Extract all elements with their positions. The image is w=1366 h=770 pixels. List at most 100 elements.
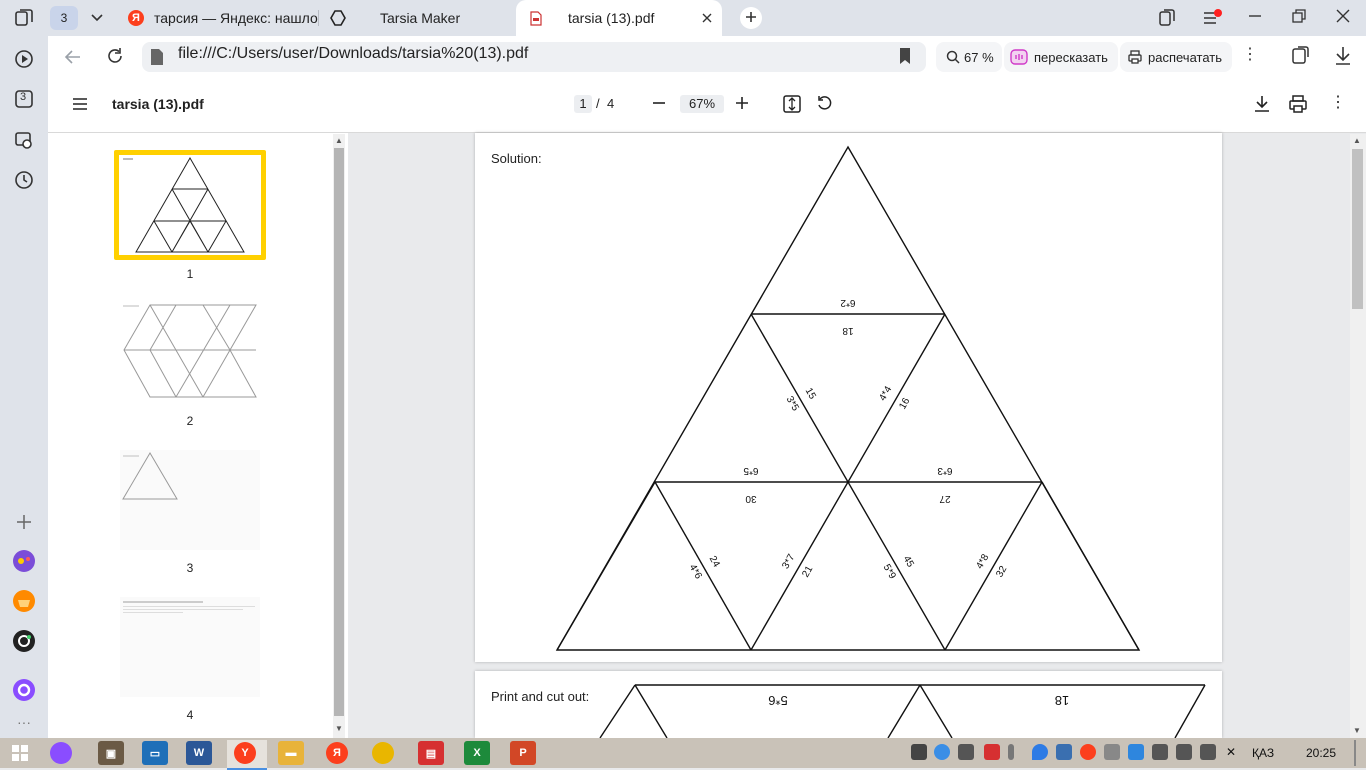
games-icon[interactable] — [12, 549, 36, 573]
viewer-scroll-down-icon[interactable]: ▼ — [1353, 726, 1361, 735]
edge-label: 21 — [800, 564, 815, 580]
thumbnails-menu-icon[interactable] — [72, 97, 88, 114]
excel-taskbar-icon[interactable]: X — [464, 741, 490, 765]
language-indicator[interactable]: ҚАЗ — [1252, 746, 1274, 760]
tab-yandex-search[interactable]: Я тарсия — Яндекс: нашлос — [118, 0, 318, 36]
menu-notification-icon[interactable] — [1202, 9, 1224, 30]
yandex-browser-taskbar-icon[interactable]: Y — [234, 742, 256, 764]
thumbnail-page-4[interactable] — [120, 597, 260, 697]
thumbnails-scroll-thumb[interactable] — [334, 148, 344, 716]
viewer-scroll-up-icon[interactable]: ▲ — [1353, 136, 1361, 145]
app-tray-icon[interactable] — [984, 744, 1000, 760]
show-desktop-button[interactable] — [1354, 740, 1356, 766]
thumbnail-page-1[interactable] — [119, 155, 261, 255]
rotate-icon[interactable] — [816, 95, 834, 116]
display-tray-icon[interactable] — [1056, 744, 1072, 760]
tabs-panel-icon[interactable] — [12, 6, 36, 30]
media-taskbar-icon[interactable]: ▣ — [98, 741, 124, 765]
app-taskbar-icon[interactable]: ▤ — [418, 741, 444, 765]
thumbnail-1-triangles — [123, 156, 245, 253]
thumbnail-2-hexagon — [123, 304, 257, 398]
beeline-taskbar-icon[interactable] — [372, 742, 394, 764]
print-pdf-icon[interactable] — [1289, 95, 1307, 116]
edge-label: 4*4 — [877, 384, 894, 403]
zoom-input[interactable]: 67% — [680, 95, 724, 113]
volume-tray-icon[interactable] — [1200, 744, 1216, 760]
wifi-tray-icon[interactable] — [1152, 744, 1168, 760]
yandex-taskbar-icon[interactable]: Я — [326, 742, 348, 764]
video-icon[interactable] — [12, 47, 36, 71]
edge-label: 32 — [994, 564, 1009, 580]
mute-tray-icon[interactable]: ✕ — [1226, 745, 1236, 759]
downloads-icon[interactable] — [1334, 46, 1352, 69]
computer-taskbar-icon[interactable]: ▭ — [142, 741, 168, 765]
close-tab-icon[interactable] — [702, 13, 712, 23]
zoom-in-icon[interactable] — [735, 96, 749, 113]
extensions-icon[interactable] — [1290, 46, 1310, 69]
bookmark-icon[interactable] — [898, 47, 912, 68]
location-tray-icon[interactable] — [1032, 744, 1048, 760]
thumbnail-page-2[interactable] — [120, 300, 260, 400]
thumbnail-page-3[interactable] — [120, 450, 260, 550]
tab-count-badge[interactable]: 3 — [50, 6, 78, 30]
history-icon[interactable] — [12, 168, 36, 192]
bluetooth-tray-icon[interactable] — [1128, 744, 1144, 760]
add-panel-icon[interactable] — [12, 510, 36, 534]
market-icon[interactable] — [12, 589, 36, 613]
new-tab-button[interactable] — [740, 7, 762, 29]
music-icon[interactable] — [12, 629, 36, 653]
screenshot-icon[interactable] — [12, 128, 36, 152]
reload-icon[interactable] — [106, 47, 124, 68]
pdf-more-icon[interactable]: ⋮ — [1330, 95, 1346, 111]
thumbnail-number: 4 — [186, 708, 194, 722]
scroll-down-icon[interactable]: ▼ — [335, 724, 343, 733]
close-window-icon[interactable] — [1336, 9, 1350, 26]
page-number-input[interactable]: 1 — [574, 95, 592, 113]
file-page-icon — [150, 48, 164, 69]
word-taskbar-icon[interactable]: W — [186, 741, 212, 765]
network-tray-icon[interactable] — [934, 744, 950, 760]
restore-icon[interactable] — [1292, 9, 1306, 26]
clock[interactable]: 20:25 — [1306, 746, 1336, 760]
gamepad-tray-icon[interactable] — [958, 744, 974, 760]
lock-tray-icon[interactable] — [911, 744, 927, 760]
sync-tray-icon[interactable] — [1104, 744, 1120, 760]
more-vertical-icon[interactable]: ⋮ — [1242, 47, 1258, 63]
summarize-button[interactable]: пересказать — [1004, 42, 1118, 72]
collections-icon[interactable]: 3 — [12, 87, 36, 111]
edge-label: 3*7 — [780, 552, 797, 571]
viewer-scroll-thumb[interactable] — [1352, 149, 1363, 309]
page-total: 4 — [607, 96, 615, 111]
cutout-label: 5*6 — [768, 693, 788, 708]
thumbnail-3-triangle — [122, 452, 178, 500]
download-pdf-icon[interactable] — [1253, 95, 1271, 116]
zoom-pill[interactable]: 67 % — [936, 42, 1002, 72]
print-button[interactable]: распечатать — [1120, 42, 1232, 72]
alice-icon[interactable] — [12, 678, 36, 702]
plus-icon — [745, 11, 757, 26]
pdf-page-1: Solution: 6*2 18 15 3*5 4*4 16 6*5 30 6*… — [475, 133, 1222, 662]
tab-tarsia-maker[interactable]: Tarsia Maker — [322, 0, 512, 36]
edge-label: 6*3 — [937, 465, 952, 476]
tabs-dropdown-icon[interactable] — [84, 6, 110, 30]
edge-label: 16 — [897, 396, 912, 412]
edge-label: 45 — [901, 554, 916, 570]
minimize-icon[interactable] — [1248, 9, 1262, 26]
thumbnail-4-text — [123, 601, 255, 613]
address-text[interactable]: file:///C:/Users/user/Downloads/tarsia%2… — [178, 45, 528, 63]
tray-divider — [1008, 744, 1014, 760]
fit-page-icon[interactable] — [783, 95, 801, 116]
more-panels-icon[interactable]: ··· — [12, 710, 36, 734]
cutout-triangles-diagram: 5*6 18 — [599, 684, 1206, 738]
zoom-out-icon[interactable] — [652, 96, 666, 113]
back-arrow-icon[interactable] — [64, 48, 82, 69]
yandex-tray-icon[interactable] — [1080, 744, 1096, 760]
powerpoint-taskbar-icon[interactable]: P — [510, 741, 536, 765]
battery-tray-icon[interactable] — [1176, 744, 1192, 760]
tab-pdf-active[interactable]: tarsia (13).pdf — [516, 0, 722, 36]
windows-start-icon[interactable] — [12, 745, 28, 764]
alice-taskbar-icon[interactable] — [50, 742, 72, 764]
explorer-taskbar-icon[interactable]: ▬ — [278, 741, 304, 765]
scroll-up-icon[interactable]: ▲ — [335, 136, 343, 145]
bookmarks-panel-icon[interactable] — [1158, 9, 1176, 30]
